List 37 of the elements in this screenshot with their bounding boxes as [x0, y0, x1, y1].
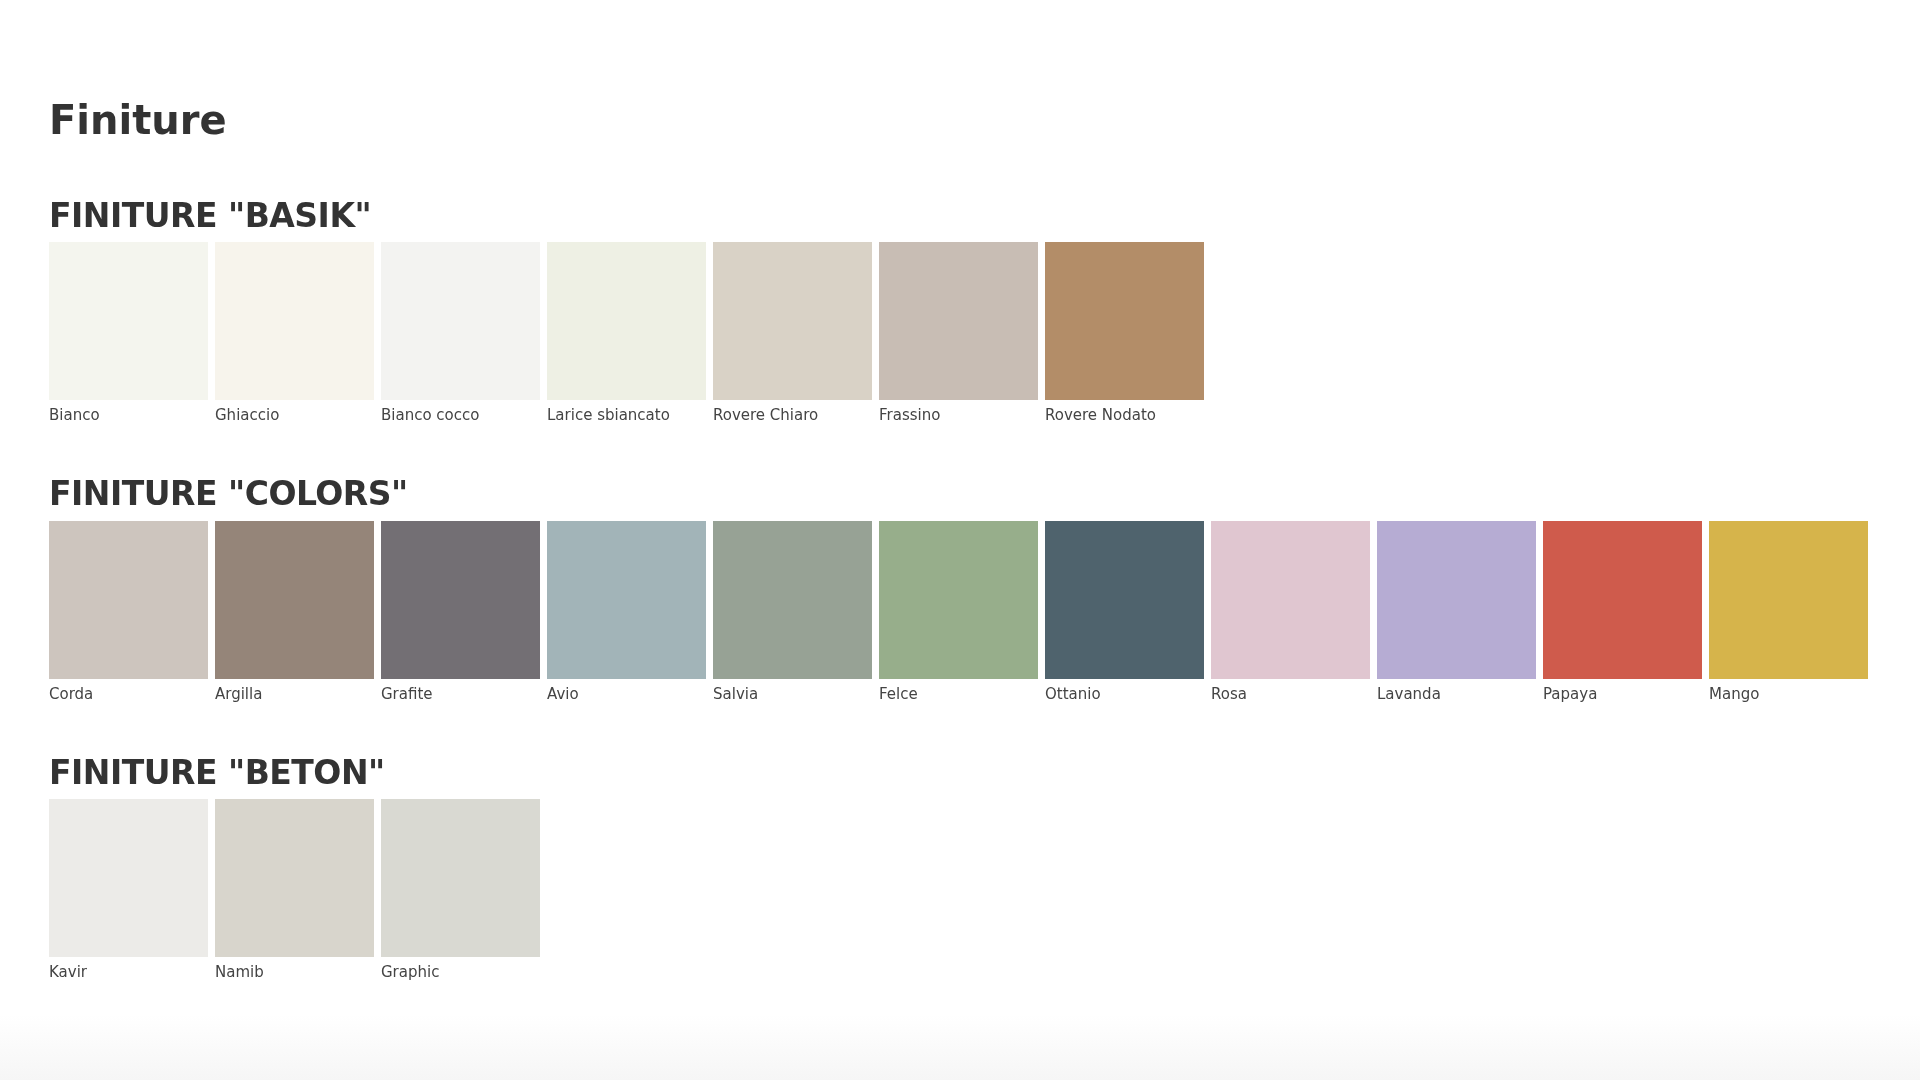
swatch-label: Mango	[1709, 684, 1761, 703]
swatch-label: Papaya	[1543, 684, 1599, 703]
swatch-label: Corda	[49, 684, 95, 703]
section-heading: FINITURE "BETON"	[49, 754, 386, 791]
finish-swatch[interactable]	[215, 520, 374, 679]
finish-swatch[interactable]	[49, 520, 208, 679]
swatch-label: Lavanda	[1377, 684, 1442, 703]
swatch-label: Ghiaccio	[215, 406, 281, 425]
swatch-label: Bianco cocco	[381, 406, 481, 425]
page-title: Finiture	[49, 96, 228, 144]
finish-swatch[interactable]	[381, 520, 540, 679]
finish-swatch[interactable]	[547, 520, 706, 679]
section-heading: FINITURE "BASIK"	[49, 198, 373, 235]
swatch-label: Rosa	[1211, 684, 1248, 703]
finish-swatch[interactable]	[1543, 520, 1702, 679]
finish-swatch[interactable]	[879, 520, 1038, 679]
section-heading: FINITURE "COLORS"	[49, 476, 409, 513]
swatch-label: Namib	[215, 962, 265, 981]
finish-swatch[interactable]	[879, 242, 1038, 401]
finish-swatch[interactable]	[1709, 520, 1868, 679]
swatch-label: Salvia	[713, 684, 760, 703]
swatch-label: Rovere Chiaro	[713, 406, 820, 425]
swatch-label: Argilla	[215, 684, 264, 703]
finish-swatch[interactable]	[1045, 242, 1204, 401]
finish-swatch[interactable]	[1045, 520, 1204, 679]
swatch-label: Bianco	[49, 406, 101, 425]
swatch-label: Kavir	[49, 962, 88, 981]
swatch-label: Frassino	[879, 406, 942, 425]
swatch-label: Grafite	[381, 684, 434, 703]
swatch-label: Avio	[547, 684, 580, 703]
swatch-label: Ottanio	[1045, 684, 1102, 703]
swatch-label: Larice sbiancato	[547, 406, 671, 425]
finish-swatch[interactable]	[713, 520, 872, 679]
finish-swatch[interactable]	[1377, 520, 1536, 679]
swatch-label: Graphic	[381, 962, 441, 981]
swatch-label: Felce	[879, 684, 919, 703]
swatch-label: Rovere Nodato	[1045, 406, 1158, 425]
